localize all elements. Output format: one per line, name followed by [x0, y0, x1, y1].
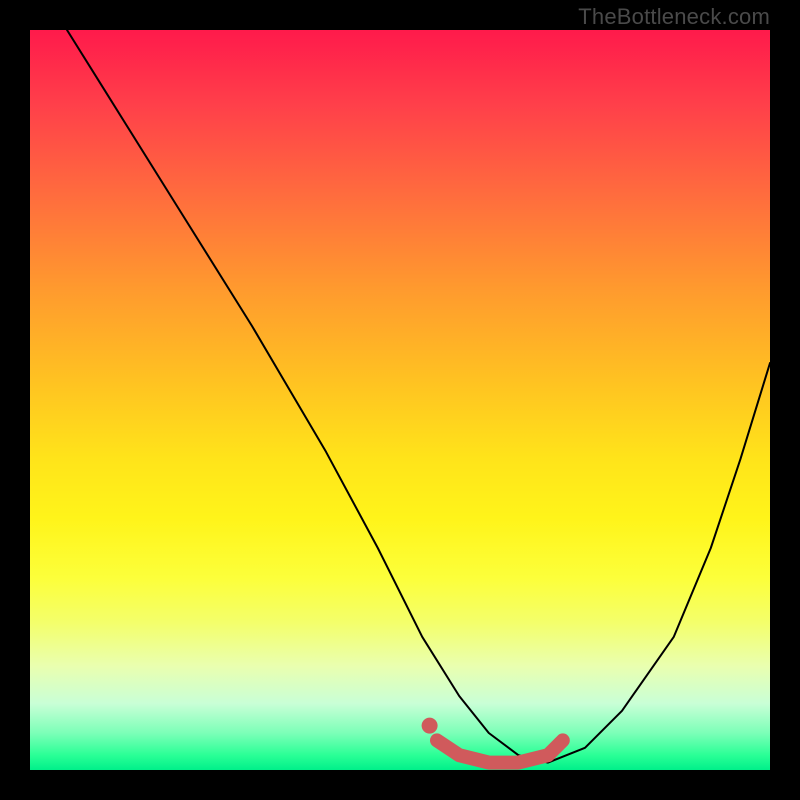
watermark-text: TheBottleneck.com — [578, 4, 770, 30]
optimal-point-marker — [422, 718, 438, 734]
bottleneck-curve — [67, 30, 770, 763]
chart-stage: TheBottleneck.com — [0, 0, 800, 800]
optimal-range-highlight — [437, 740, 563, 762]
plot-area — [30, 30, 770, 770]
plot-svg — [30, 30, 770, 770]
